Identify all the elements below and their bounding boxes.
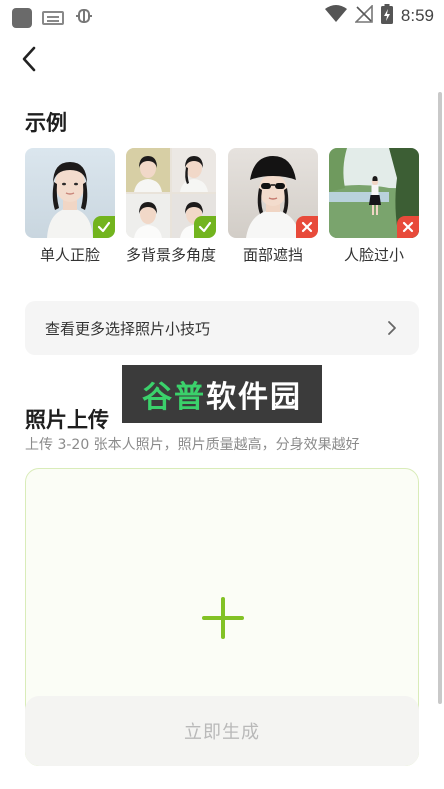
- chevron-left-icon: [21, 46, 37, 76]
- chevron-right-icon: [383, 319, 401, 337]
- photo-tips-label: 查看更多选择照片小技巧: [45, 320, 211, 338]
- examples-list: 单人正脸 多背景多角度 面部遮挡 人脸过小: [25, 148, 419, 288]
- upload-subtitle: 上传 3-20 张本人照片，照片质量越高，分身效果越好: [25, 437, 360, 453]
- wifi-icon: [324, 5, 347, 27]
- example-photo-grid: [126, 148, 216, 238]
- battery-charging-icon: [380, 4, 393, 28]
- check-badge-icon: [194, 216, 216, 238]
- cross-badge-icon: [296, 216, 318, 238]
- upload-title: 照片上传: [25, 408, 109, 432]
- example-item-face-too-small[interactable]: 人脸过小: [329, 148, 419, 265]
- keyboard-icon: [42, 10, 64, 25]
- watermark-text-white: 软件园: [206, 380, 302, 415]
- example-label: 单人正脸: [39, 246, 100, 264]
- status-left-icons: [12, 6, 94, 29]
- status-bar: 8:59: [0, 0, 444, 32]
- examples-title: 示例: [25, 111, 67, 135]
- watermark-text-green: 谷普: [142, 380, 206, 415]
- example-label: 多背景多角度: [126, 246, 217, 264]
- example-item-multi-angle[interactable]: 多背景多角度: [126, 148, 216, 265]
- plus-icon: [202, 597, 244, 639]
- generate-now-button[interactable]: 立即生成: [25, 696, 419, 766]
- check-badge-icon: [93, 216, 115, 238]
- photo-tips-link[interactable]: 查看更多选择照片小技巧: [25, 301, 419, 355]
- status-right-icons: 8:59: [324, 4, 434, 28]
- example-label: 面部遮挡: [242, 246, 303, 264]
- example-photo: [25, 148, 115, 238]
- generate-now-label: 立即生成: [184, 722, 260, 743]
- status-time: 8:59: [400, 6, 434, 25]
- app-square-icon: [12, 7, 32, 28]
- cross-badge-icon: [397, 216, 419, 238]
- back-button[interactable]: [14, 46, 44, 76]
- example-label: 人脸过小: [343, 246, 404, 264]
- bug-icon: [74, 6, 94, 29]
- example-photo: [228, 148, 318, 238]
- example-photo: [329, 148, 419, 238]
- example-item-face-covered[interactable]: 面部遮挡: [228, 148, 318, 265]
- watermark-logo: 谷普软件园: [122, 365, 322, 423]
- no-signal-icon: [353, 4, 373, 27]
- scrollbar[interactable]: [438, 92, 442, 704]
- example-item-single-front[interactable]: 单人正脸: [25, 148, 115, 265]
